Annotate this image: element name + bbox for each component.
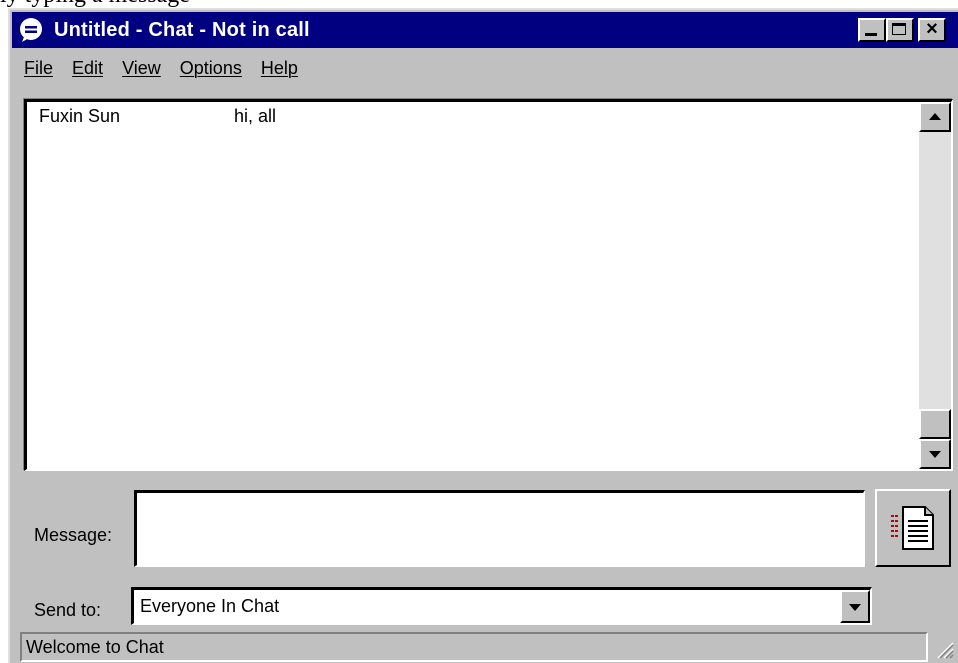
- menu-bar: File Edit View Options Help: [24, 58, 312, 86]
- scroll-thumb[interactable]: [919, 409, 951, 439]
- close-icon: ×: [926, 18, 938, 40]
- minimize-icon: [865, 33, 877, 36]
- send-button[interactable]: [875, 489, 951, 567]
- maximize-button[interactable]: [886, 18, 914, 42]
- chat-window: Untitled - Chat - Not in call × File Edi…: [8, 8, 958, 663]
- send-document-icon: [891, 506, 934, 550]
- status-text: Welcome to Chat: [26, 637, 164, 657]
- scroll-down-button[interactable]: [919, 439, 951, 469]
- title-bar[interactable]: Untitled - Chat - Not in call ×: [12, 12, 958, 48]
- chat-log-entry: Fuxin Sun hi, all: [39, 106, 439, 130]
- message-input[interactable]: [134, 490, 865, 567]
- close-button[interactable]: ×: [918, 18, 946, 42]
- chat-log-scrollbar[interactable]: [919, 102, 951, 469]
- menu-options[interactable]: Options: [180, 58, 242, 78]
- chat-message-text: hi, all: [234, 106, 277, 126]
- send-to-dropdown-button[interactable]: [840, 590, 870, 623]
- maximize-icon: [892, 23, 906, 35]
- chat-log[interactable]: Fuxin Sun hi, all: [24, 99, 953, 471]
- menu-file[interactable]: File: [24, 58, 53, 78]
- resize-grip-icon[interactable]: [934, 639, 954, 659]
- scroll-up-button[interactable]: [919, 102, 951, 132]
- chevron-down-icon: [849, 604, 861, 611]
- menu-view[interactable]: View: [122, 58, 161, 78]
- menu-help[interactable]: Help: [261, 58, 298, 78]
- send-to-label: Send to:: [34, 600, 102, 620]
- chat-sender: Fuxin Sun: [39, 106, 121, 126]
- minimize-button[interactable]: [858, 18, 886, 42]
- message-label: Message:: [34, 525, 113, 545]
- send-to-value: Everyone In Chat: [140, 596, 280, 616]
- status-bar: Welcome to Chat: [20, 632, 928, 662]
- chat-bubble-icon: [20, 18, 42, 42]
- window-title: Untitled - Chat - Not in call: [54, 19, 310, 41]
- arrow-down-icon: [929, 451, 941, 458]
- arrow-up-icon: [929, 113, 941, 120]
- menu-edit[interactable]: Edit: [72, 58, 103, 78]
- send-to-select[interactable]: Everyone In Chat: [131, 587, 872, 625]
